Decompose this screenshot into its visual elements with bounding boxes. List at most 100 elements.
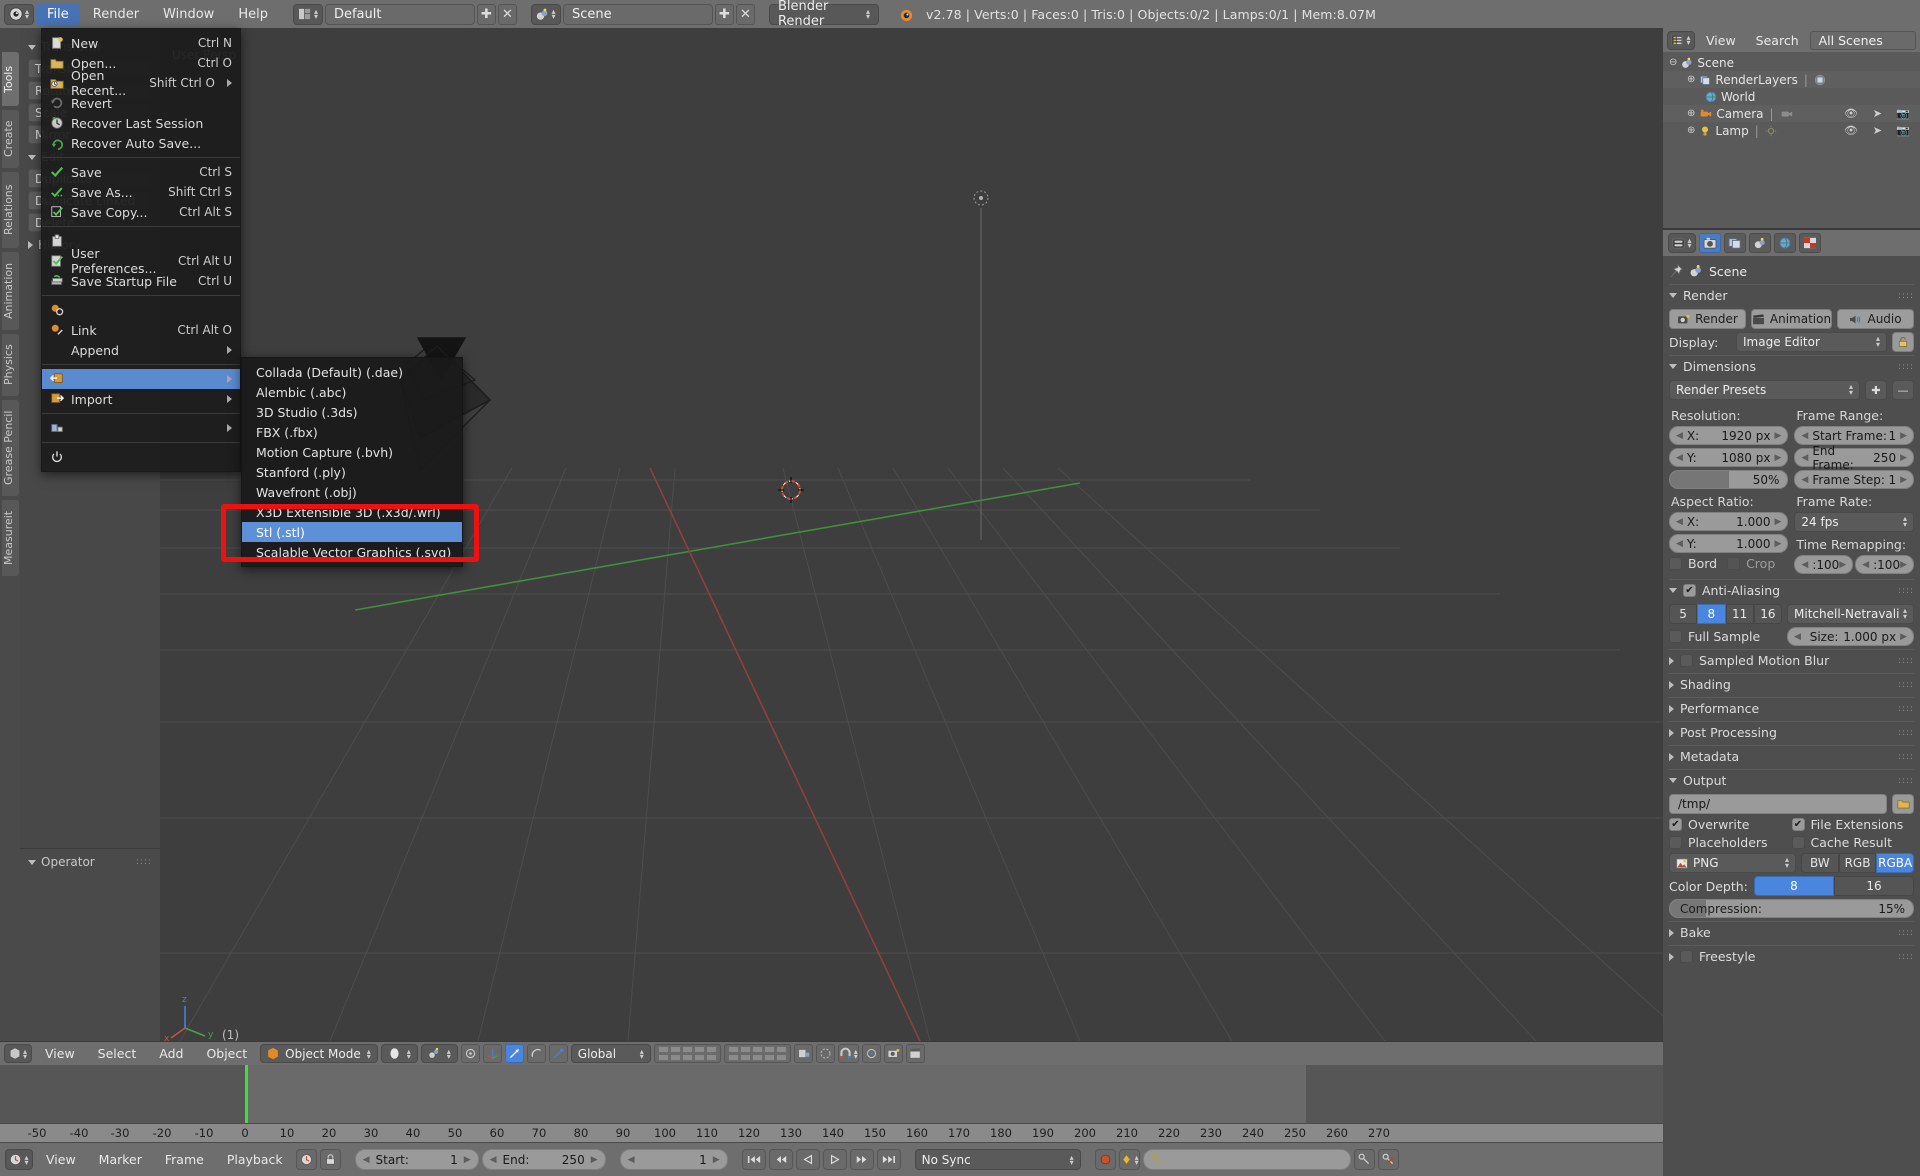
import-submenu-popup[interactable]: Collada (Default) (.dae) Alembic (.abc) … (241, 357, 463, 567)
aa-size-field[interactable]: ◀ Size: 1.000 px ▶ (1787, 627, 1914, 646)
scene-browse-button[interactable]: ▴ ▾ (530, 3, 561, 25)
output-path-field[interactable]: /tmp/ (1669, 794, 1887, 814)
menu-item-save-startup-file[interactable]: User Preferences... Ctrl Alt U (42, 246, 240, 276)
menu-item-export[interactable]: Import (42, 389, 240, 409)
menu-item-append[interactable]: Link Ctrl Alt O (42, 320, 240, 340)
properties-tab-render[interactable] (1699, 233, 1721, 253)
menu-item-save-copy[interactable]: Save Copy... Ctrl Alt S (42, 202, 240, 222)
delete-keyframe-button[interactable] (1377, 1149, 1399, 1170)
translate-manipulator-button[interactable] (504, 1044, 524, 1063)
render-image-button[interactable]: Render (1669, 309, 1746, 329)
aa-sample-8[interactable]: 8 (1697, 604, 1726, 624)
menu-help[interactable]: Help (227, 4, 279, 25)
sampled-motion-blur-checkbox[interactable] (1680, 654, 1693, 667)
panel-header-dimensions[interactable]: Dimensions :::: (1669, 355, 1914, 377)
snap-target-dropdown[interactable] (861, 1044, 881, 1063)
toolshelf-tab-physics[interactable]: Physics (2, 334, 19, 396)
import-item-svg[interactable]: Scalable Vector Graphics (.svg) (242, 542, 462, 562)
menu-item-new[interactable]: New Ctrl N (42, 33, 240, 53)
menu-item-import[interactable] (42, 369, 240, 389)
increment-arrow-icon[interactable]: ▶ (1900, 560, 1907, 570)
increment-arrow-icon[interactable]: ▶ (1900, 475, 1907, 485)
output-format-dropdown[interactable]: PNG ▴ ▾ (1669, 853, 1796, 873)
blender-logo-menu[interactable]: ▴ ▾ (4, 3, 34, 25)
remap-old-field[interactable]: ◀ :100 ▶ (1794, 555, 1854, 574)
outliner-menu-view[interactable]: View (1697, 31, 1745, 50)
properties-tab-texture[interactable] (1799, 233, 1821, 253)
import-item-fbx[interactable]: FBX (.fbx) (242, 422, 462, 442)
play-reverse-button[interactable] (795, 1149, 820, 1170)
aspect-x-field[interactable]: ◀ X: 1.000 ▶ (1669, 512, 1789, 531)
panel-header-sampled-motion-blur[interactable]: Sampled Motion Blur :::: (1669, 649, 1914, 671)
placeholders-checkbox-row[interactable]: Placeholders (1669, 835, 1792, 850)
menu-item-load-factory-settings[interactable]: Save Startup File Ctrl U (42, 271, 240, 291)
expand-plus-icon[interactable]: ⊕ (1687, 108, 1695, 119)
decrement-arrow-icon[interactable]: ◀ (1676, 539, 1683, 549)
auto-keyframe-button[interactable] (295, 1149, 317, 1170)
panel-header-render[interactable]: Render :::: (1669, 284, 1914, 306)
jump-to-end-button[interactable] (876, 1149, 901, 1170)
increment-arrow-icon[interactable]: ▶ (1839, 560, 1846, 570)
toolshelf-tab-animation[interactable]: Animation (2, 252, 19, 330)
operator-panel-header[interactable]: Operator :::: (28, 855, 152, 869)
menu-item-save[interactable]: Save Ctrl S (42, 162, 240, 182)
next-keyframe-button[interactable] (849, 1149, 874, 1170)
placeholders-checkbox[interactable] (1669, 836, 1682, 849)
decrement-arrow-icon[interactable]: ◀ (1801, 431, 1808, 441)
decrement-arrow-icon[interactable]: ◀ (1794, 632, 1801, 642)
render-opengl-view-button[interactable] (883, 1044, 903, 1063)
color-mode-rgba[interactable]: RGBA (1876, 853, 1915, 873)
toolshelf-tab-tools[interactable]: Tools (2, 52, 19, 106)
expand-plus-icon[interactable]: ⊕ (1687, 125, 1695, 136)
decrement-arrow-icon[interactable]: ◀ (1801, 475, 1808, 485)
decrement-arrow-icon[interactable]: ◀ (1676, 517, 1683, 527)
menu-window[interactable]: Window (152, 4, 225, 25)
menu-item-save-as[interactable]: Save As... Shift Ctrl S (42, 182, 240, 202)
outliner-editor-type-button[interactable]: ▴ ▾ (1667, 30, 1695, 50)
menu-file[interactable]: File (36, 3, 80, 25)
import-item-stl[interactable]: Stl (.stl) (242, 522, 462, 542)
cache-result-checkbox-row[interactable]: Cache Result (1791, 835, 1915, 850)
increment-arrow-icon[interactable]: ▶ (1774, 453, 1781, 463)
decrement-arrow-icon[interactable]: ◀ (1862, 560, 1869, 570)
properties-tab-world[interactable] (1774, 233, 1796, 253)
panel-header-antialiasing[interactable]: ✔ Anti-Aliasing :::: (1669, 579, 1914, 601)
outliner-restrict-view-lamp[interactable]: 👁 (1844, 124, 1858, 137)
timeline-menu-marker[interactable]: Marker (89, 1150, 152, 1169)
full-sample-checkbox[interactable] (1669, 630, 1682, 643)
outliner-row-scene[interactable]: ⊖ Scene (1663, 54, 1920, 71)
scene-name-field[interactable]: Scene (562, 3, 713, 25)
decrement-arrow-icon[interactable]: ◀ (363, 1155, 370, 1165)
lock-camera-button[interactable] (793, 1044, 813, 1063)
add-scene-button[interactable]: ✚ (714, 3, 734, 25)
increment-arrow-icon[interactable]: ▶ (1774, 431, 1781, 441)
decrement-arrow-icon[interactable]: ◀ (1801, 453, 1808, 463)
compression-slider[interactable]: Compression: 15% (1669, 899, 1914, 918)
resolution-x-field[interactable]: ◀ X: 1920 px ▶ (1669, 426, 1789, 445)
manipulator-toggle-button[interactable] (482, 1044, 502, 1063)
outliner-row-lamp[interactable]: ⊕ Lamp | 👁 ➤ 📷 (1663, 122, 1920, 139)
expand-plus-icon[interactable]: ⊕ (1687, 74, 1695, 85)
properties-tab-scene[interactable] (1749, 233, 1771, 253)
viewport-menu-object[interactable]: Object (196, 1044, 257, 1063)
import-item-3d-studio[interactable]: 3D Studio (.3ds) (242, 402, 462, 422)
properties-editor[interactable]: ▴ ▾ Scene Render:::: Render Animation A… (1663, 228, 1920, 1176)
decrement-arrow-icon[interactable]: ◀ (1676, 453, 1683, 463)
import-item-stanford[interactable]: Stanford (.ply) (242, 462, 462, 482)
interaction-mode-dropdown[interactable]: Object Mode ▴ ▾ (260, 1044, 378, 1063)
resolution-y-field[interactable]: ◀ Y: 1080 px ▶ (1669, 448, 1789, 467)
increment-arrow-icon[interactable]: ▶ (1774, 517, 1781, 527)
panel-header-output[interactable]: Output :::: (1669, 769, 1914, 791)
outliner-restrict-select-lamp[interactable]: ➤ (1873, 124, 1882, 137)
toolshelf-tab-measureit[interactable]: Measureit (2, 500, 19, 576)
delete-screen-layout-button[interactable]: ✕ (497, 3, 517, 25)
pin-icon[interactable] (1669, 264, 1683, 278)
aa-sample-5[interactable]: 5 (1669, 604, 1698, 624)
menu-item-external-data[interactable] (42, 418, 240, 438)
add-screen-layout-button[interactable]: ✚ (476, 3, 496, 25)
pivot-point-dropdown[interactable]: ▴ ▾ (420, 1044, 458, 1063)
sync-mode-dropdown[interactable]: No Sync ▴ ▾ (914, 1149, 1081, 1170)
file-extensions-checkbox-row[interactable]: ✔ File Extensions (1791, 817, 1915, 832)
border-checkbox[interactable] (1669, 557, 1682, 570)
timeline-ruler[interactable]: -50 -40 -30 -20 -10 0 10 20 30 40 50 60 … (0, 1123, 1663, 1143)
